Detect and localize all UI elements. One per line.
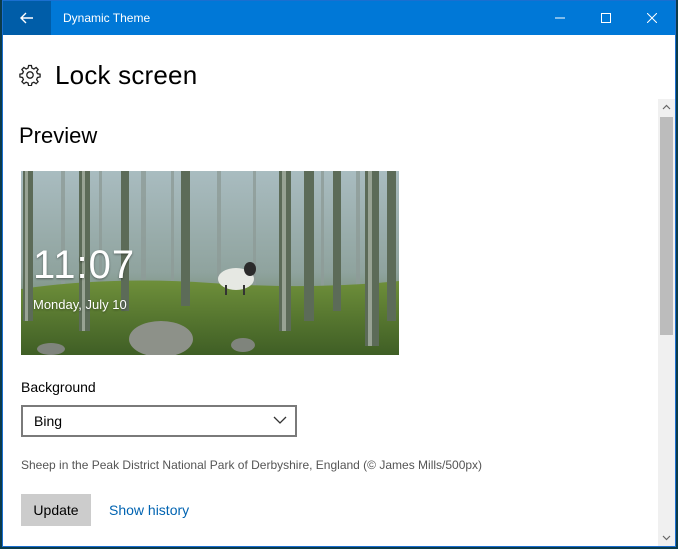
minimize-icon [555,17,565,19]
chevron-down-icon [273,416,287,424]
update-button[interactable]: Update [21,494,91,526]
window-title: Dynamic Theme [63,11,151,25]
vertical-scrollbar[interactable] [658,99,675,546]
show-history-link[interactable]: Show history [109,502,189,518]
title-bar: Dynamic Theme [3,1,675,35]
scroll-up-button[interactable] [658,99,675,115]
chevron-up-icon [662,104,671,110]
background-dropdown[interactable]: Bing [21,405,297,437]
background-label: Background [21,379,96,395]
chevron-down-icon [662,535,671,541]
lock-screen-preview: 11:07 Monday, July 10 [21,171,399,355]
back-button[interactable] [3,1,51,35]
background-selected-value: Bing [34,413,63,429]
minimize-button[interactable] [537,1,583,35]
close-icon [647,13,657,23]
image-caption: Sheep in the Peak District National Park… [21,458,483,472]
back-arrow-icon [20,12,33,24]
preview-heading: Preview [19,123,98,148]
gear-icon [19,64,41,86]
maximize-icon [601,13,611,23]
app-window: Dynamic Theme Lock screen Preview 11:07 … [2,0,676,547]
lock-screen-time: 11:07 [33,243,136,287]
page-title: Lock screen [55,59,198,90]
maximize-button[interactable] [583,1,629,35]
close-button[interactable] [629,1,675,35]
scroll-down-button[interactable] [658,530,675,546]
lock-screen-date: Monday, July 10 [33,297,127,312]
page-header: Lock screen [19,59,197,91]
scrollbar-thumb[interactable] [660,117,673,335]
